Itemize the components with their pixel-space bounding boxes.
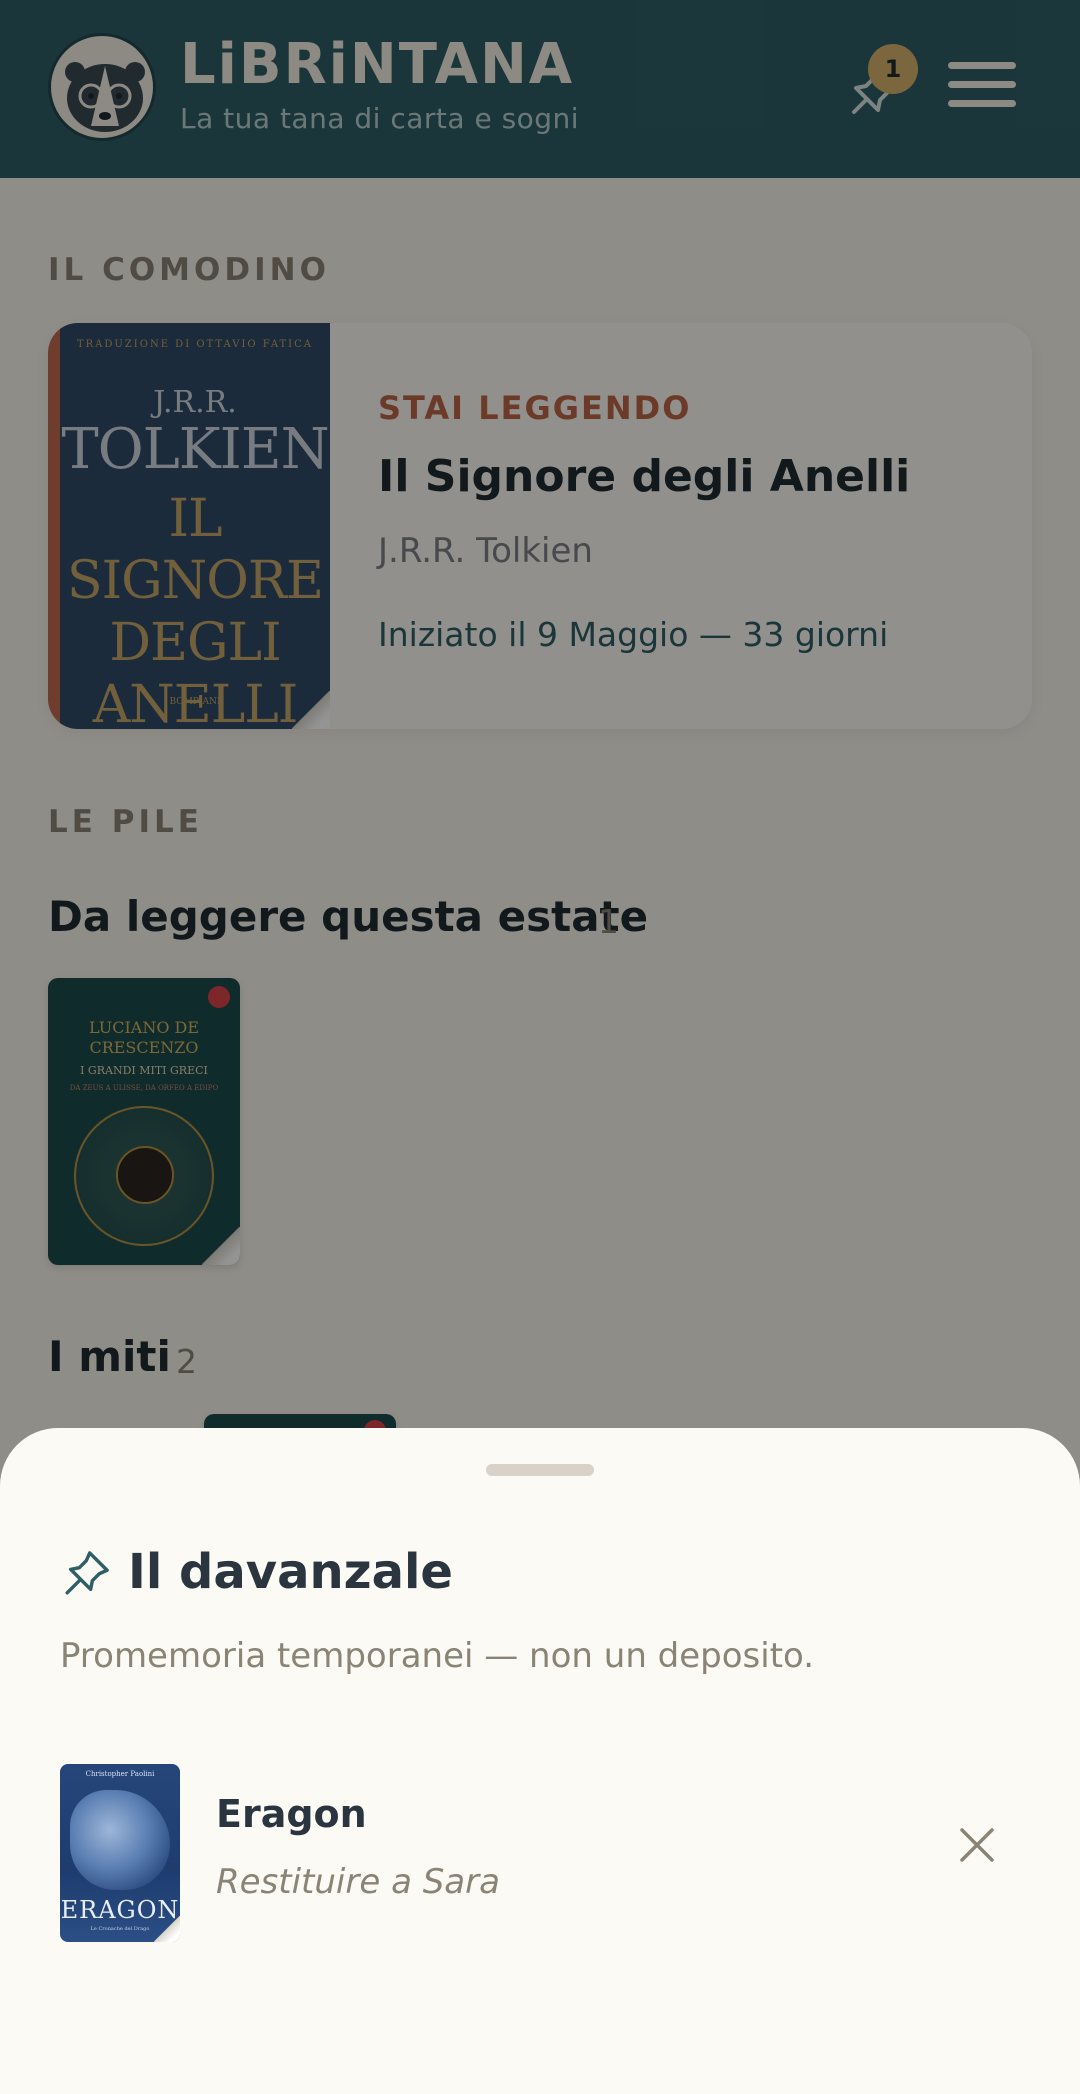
page-curl-icon <box>154 1916 180 1942</box>
sheet-drag-handle[interactable] <box>486 1464 594 1476</box>
cover-author: Christopher Paolini <box>85 1770 155 1778</box>
close-icon[interactable] <box>954 1822 1000 1868</box>
reminder-note: Restituire a Sara <box>216 1862 500 1902</box>
davanzale-bottom-sheet: Il davanzale Promemoria temporanei — non… <box>0 1428 1080 2094</box>
pushpin-icon <box>62 1546 114 1598</box>
reminder-book-title[interactable]: Eragon <box>216 1792 367 1836</box>
sheet-subtitle: Promemoria temporanei — non un deposito. <box>60 1636 815 1676</box>
cover-dragon-art <box>70 1790 170 1890</box>
book-cover-eragon[interactable]: Christopher Paolini ERAGON Le Cronache d… <box>60 1764 180 1942</box>
sheet-title: Il davanzale <box>128 1544 453 1600</box>
